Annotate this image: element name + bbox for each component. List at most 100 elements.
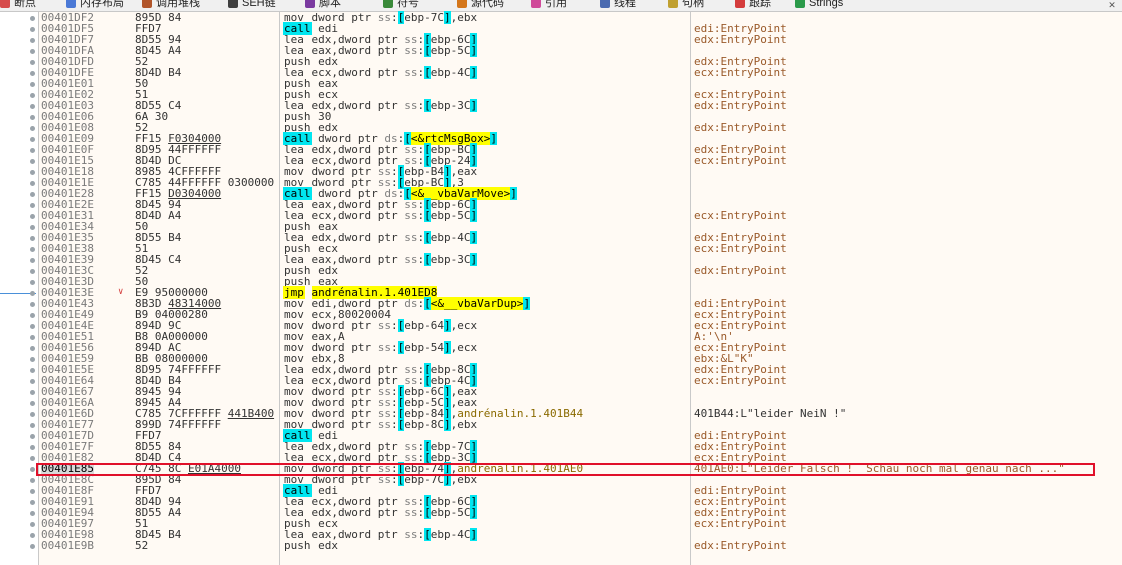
instruction-row[interactable]: 00401DF2 895D 84 mov dword ptr ss:[ebp-7C]… — [0, 11, 1122, 24]
source-icon — [457, 0, 467, 9]
instruction-row[interactable]: 00401E8C 895D 84 mov dword ptr ss:[ebp-7C]… — [0, 473, 1122, 486]
breakpoint-dot-icon[interactable] — [30, 456, 35, 461]
instruction-row[interactable]: 00401E3C 52 push edx edx:EntryPoint — [0, 264, 1122, 277]
breakpoint-dot-icon[interactable] — [30, 379, 35, 384]
instruction-row[interactable]: 00401DFA 8D45 A4 lea eax,dword ptr ss:[ebp… — [0, 44, 1122, 57]
instruction-comment: ecx:EntryPoint — [694, 517, 787, 530]
breakpoint-dot-icon[interactable] — [30, 335, 35, 340]
instruction-row[interactable]: 00401E06 6A 30 push 30 — [0, 111, 1122, 123]
instruction-text: push edx — [284, 539, 338, 552]
breakpoint-dot-icon[interactable] — [30, 148, 35, 153]
tab-label: 脚本 — [319, 0, 341, 9]
instruction-row[interactable]: 00401E94 8D55 A4 lea edx,dword ptr ss:[ebp… — [0, 506, 1122, 519]
instruction-comment: edx:EntryPoint — [694, 539, 787, 552]
tab-trace[interactable]: 跟踪 — [735, 0, 771, 11]
instruction-row[interactable]: 00401E03 8D55 C4 lea edx,dword ptr ss:[ebp… — [0, 99, 1122, 112]
tab-label: 引用 — [545, 0, 567, 9]
tab-script[interactable]: 脚本 — [305, 0, 341, 11]
tab-symbols[interactable]: 符号 — [383, 0, 419, 11]
breakpoint-dot-icon[interactable] — [30, 38, 35, 43]
breakpoint-dot-icon[interactable] — [30, 533, 35, 538]
trace-icon — [735, 0, 745, 9]
breakpoint-dot-icon[interactable] — [30, 181, 35, 186]
breakpoint-dot-icon[interactable] — [30, 544, 35, 549]
instruction-comment: edx:EntryPoint — [694, 264, 787, 277]
instruction-row[interactable]: 00401E39 8D45 C4 lea eax,dword ptr ss:[ebp… — [0, 253, 1122, 266]
breakpoint-dot-icon[interactable] — [30, 412, 35, 417]
breakpoint-dot-icon[interactable] — [30, 192, 35, 197]
breakpoint-dot-icon[interactable] — [30, 346, 35, 351]
breakpoint-dot-icon[interactable] — [30, 478, 35, 483]
instruction-comment: ecx:EntryPoint — [694, 66, 787, 79]
breakpoint-dot-icon[interactable] — [30, 489, 35, 494]
tab-label: 源代码 — [471, 0, 504, 9]
breakpoint-dot-icon[interactable] — [30, 82, 35, 87]
tab-label: 线程 — [614, 0, 636, 9]
breakpoint-dot-icon[interactable] — [30, 500, 35, 505]
instruction-row[interactable]: 00401E01 50 push eax — [0, 78, 1122, 90]
instruction-row[interactable]: 00401E35 8D55 B4 lea edx,dword ptr ss:[ebp… — [0, 231, 1122, 244]
close-icon[interactable]: ✕ — [1106, 0, 1118, 10]
tab-label: 调用堆栈 — [156, 0, 200, 9]
tab-label: 内存布局 — [80, 0, 124, 9]
breakpoint-dot-icon[interactable] — [30, 115, 35, 120]
threads-icon — [600, 0, 610, 9]
tab-breakpoint[interactable]: 断点 — [0, 0, 36, 11]
breakpoint-dot-icon[interactable] — [30, 401, 35, 406]
instruction-comment: ecx:EntryPoint — [694, 209, 787, 222]
breakpoint-dot-icon[interactable] — [30, 324, 35, 329]
breakpoint-dot-icon[interactable] — [30, 170, 35, 175]
tab-memory-map[interactable]: 内存布局 — [66, 0, 124, 11]
breakpoint-dot-icon[interactable] — [30, 203, 35, 208]
tab-label: 断点 — [14, 0, 36, 9]
breakpoint-dot-icon[interactable] — [30, 423, 35, 428]
tab-source[interactable]: 源代码 — [457, 0, 504, 11]
breakpoint-dot-icon[interactable] — [30, 511, 35, 516]
breakpoint-dot-icon[interactable] — [30, 247, 35, 252]
strings-icon — [795, 0, 805, 9]
tab-label: 符号 — [397, 0, 419, 9]
breakpoint-dot-icon[interactable] — [30, 445, 35, 450]
breakpoint-dot-icon[interactable] — [30, 16, 35, 21]
breakpoint-dot-icon[interactable] — [30, 27, 35, 32]
tab-seh-chain[interactable]: SEH链 — [228, 0, 276, 11]
breakpoint-dot-icon[interactable] — [30, 390, 35, 395]
breakpoint-dot-icon[interactable] — [30, 269, 35, 274]
breakpoint-dot-icon[interactable] — [30, 137, 35, 142]
breakpoint-dot-icon[interactable] — [30, 357, 35, 362]
breakpoint-dot-icon[interactable] — [30, 258, 35, 263]
breakpoint-dot-icon[interactable] — [30, 280, 35, 285]
breakpoint-dot-icon[interactable] — [30, 49, 35, 54]
breakpoint-dot-icon[interactable] — [30, 522, 35, 527]
breakpoint-dot-icon[interactable] — [30, 302, 35, 307]
breakpoint-dot-icon[interactable] — [30, 214, 35, 219]
tab-label: 句柄 — [682, 0, 704, 9]
breakpoint-dot-icon[interactable] — [30, 313, 35, 318]
instruction-bytes: 52 — [135, 539, 149, 552]
tab-call-stack[interactable]: 调用堆栈 — [142, 0, 200, 11]
breakpoint-dot-icon[interactable] — [30, 368, 35, 373]
breakpoint-dot-icon[interactable] — [30, 104, 35, 109]
tab-references[interactable]: 引用 — [531, 0, 567, 11]
breakpoint-dot-icon[interactable] — [30, 467, 35, 472]
instruction-row[interactable]: 00401DFE 8D4D B4 lea ecx,dword ptr ss:[ebp… — [0, 66, 1122, 79]
breakpoint-dot-icon[interactable] — [30, 126, 35, 131]
instruction-row[interactable]: 00401E98 8D45 B4 lea eax,dword ptr ss:[ebp… — [0, 528, 1122, 541]
tab-threads[interactable]: 线程 — [600, 0, 636, 11]
breakpoint-dot-icon[interactable] — [30, 236, 35, 241]
breakpoint-dot-icon[interactable] — [30, 434, 35, 439]
breakpoint-dot-icon[interactable] — [30, 60, 35, 65]
handles-icon — [668, 0, 678, 9]
instruction-row[interactable]: 00401E77 899D 74FFFFFF mov dword ptr ss:[e… — [0, 418, 1122, 431]
breakpoint-dot-icon[interactable] — [30, 93, 35, 98]
seh-chain-icon — [228, 0, 238, 9]
tab-strings[interactable]: Strings — [795, 0, 843, 11]
breakpoint-dot-icon[interactable] — [30, 159, 35, 164]
breakpoint-dot-icon[interactable] — [30, 71, 35, 76]
instruction-row[interactable]: 00401E31 8D4D A4 lea ecx,dword ptr ss:[ebp… — [0, 209, 1122, 222]
breakpoint-dot-icon[interactable] — [30, 225, 35, 230]
tab-handles[interactable]: 句柄 — [668, 0, 704, 11]
instruction-comment: ecx:EntryPoint — [694, 154, 787, 167]
instruction-row[interactable]: 00401E9B 52 push edx edx:EntryPoint — [0, 539, 1122, 552]
breakpoint-dot-icon[interactable] — [30, 291, 35, 296]
